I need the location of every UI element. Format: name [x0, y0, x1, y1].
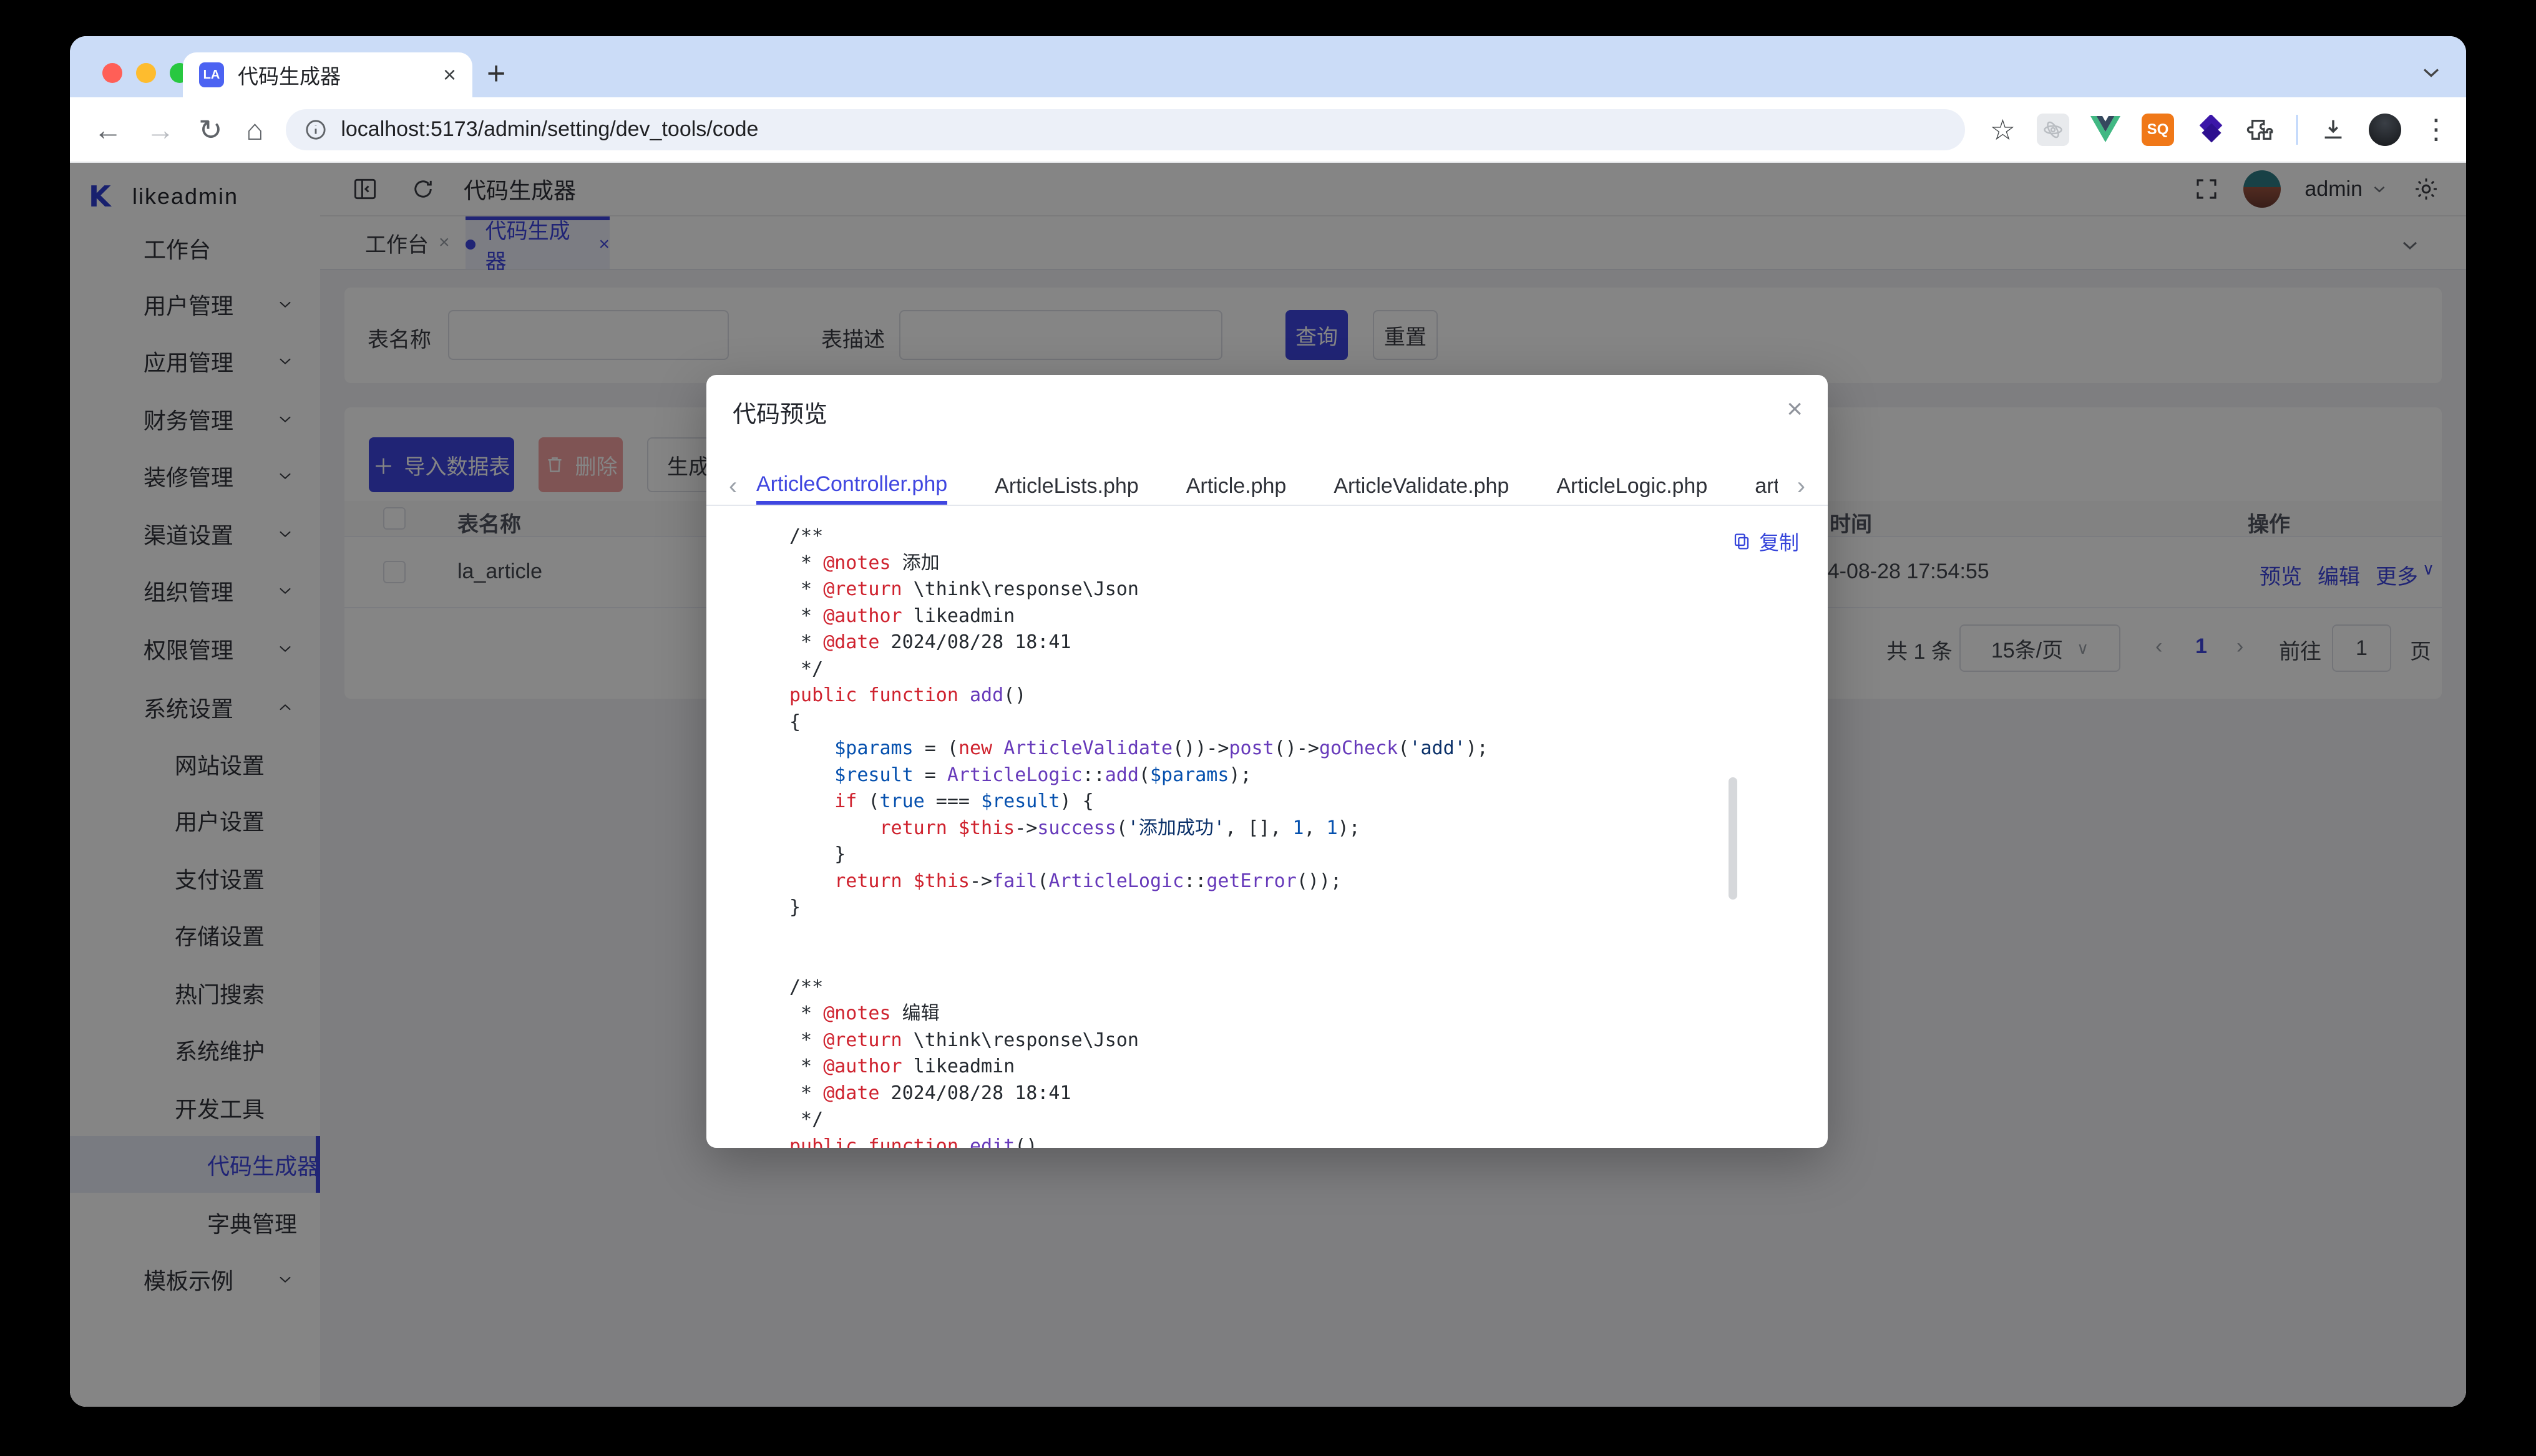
code-line: } [789, 842, 1753, 868]
address-bar[interactable]: localhost:5173/admin/setting/dev_tools/c… [286, 109, 1964, 150]
forward-icon[interactable]: → [146, 115, 175, 144]
admin-app: K likeadmin 工作台用户管理应用管理财务管理装修管理渠道设置组织管理权… [70, 163, 2466, 1407]
vue-devtools-extension-icon[interactable] [2090, 116, 2120, 143]
code-line: return $this->fail(ArticleLogic::getErro… [789, 868, 1753, 895]
modal-tab-ArticleController.php[interactable]: ArticleController.php [756, 467, 947, 505]
url-text: localhost:5173/admin/setting/dev_tools/c… [341, 117, 758, 142]
code-line: } [789, 895, 1753, 921]
code-line: public function add() [789, 682, 1753, 709]
favicon: LA [199, 62, 224, 87]
modal-tabbar: ‹ ArticleController.php ArticleLists.php A… [706, 467, 1828, 506]
modal-close-icon[interactable]: × [1787, 394, 1803, 425]
tab-close-icon[interactable]: × [443, 62, 456, 88]
traffic-lights[interactable] [102, 63, 190, 83]
back-icon[interactable]: ← [94, 115, 122, 144]
browser-window: LA 代码生成器 × + ← → ↻ ⌂ localhost:5173/admi… [70, 36, 2466, 1407]
code-line: * @notes 添加 [789, 550, 1753, 577]
code-line: /** [789, 523, 1753, 550]
home-icon[interactable]: ⌂ [246, 115, 264, 144]
copy-icon [1732, 531, 1752, 551]
code-line: * @date 2024/08/28 18:41 [789, 629, 1753, 656]
modal-tab-ArticleLogic.php[interactable]: ArticleLogic.php [1556, 467, 1707, 505]
modal-tab-ArticleLists.php[interactable]: ArticleLists.php [995, 467, 1139, 505]
new-tab-button[interactable]: + [487, 55, 505, 92]
reload-icon[interactable]: ↻ [198, 115, 223, 144]
browser-tabstrip: LA 代码生成器 × + [70, 36, 2466, 97]
code-scrollbar-thumb[interactable] [1729, 777, 1737, 900]
browser-tab-title: 代码生成器 [238, 60, 437, 90]
code-line: * @return \think\response\Json [789, 1027, 1753, 1054]
close-window-button[interactable] [102, 63, 122, 83]
tabs-scroll-left-icon[interactable]: ‹ [729, 472, 737, 500]
code-line: */ [789, 1107, 1753, 1133]
sq-extension-icon[interactable]: SQ [2142, 114, 2174, 146]
react-devtools-extension-icon[interactable] [2037, 114, 2069, 146]
browser-toolbar: ← → ↻ ⌂ localhost:5173/admin/setting/dev… [70, 97, 2466, 163]
code-viewer[interactable]: /** * @notes 添加 * @return \think\respons… [789, 523, 1753, 1148]
toolbar-separator [2296, 115, 2298, 145]
modal-tab-Article.php[interactable]: Article.php [1186, 467, 1287, 505]
modal-tab-ArticleValidate.php[interactable]: ArticleValidate.php [1334, 467, 1509, 505]
code-line: */ [789, 656, 1753, 683]
browser-profile-avatar[interactable] [2369, 114, 2401, 146]
extensions-puzzle-icon[interactable] [2246, 115, 2275, 144]
code-line: * @return \think\response\Json [789, 576, 1753, 603]
code-line: * @notes 编辑 [789, 1001, 1753, 1027]
code-line [789, 948, 1753, 974]
code-line [789, 921, 1753, 948]
tabs-scroll-right-icon[interactable]: › [1797, 472, 1805, 500]
copy-label: 复制 [1759, 527, 1799, 556]
downloads-icon[interactable] [2319, 115, 2348, 144]
code-line: * @author likeadmin [789, 603, 1753, 630]
copy-button[interactable]: 复制 [1732, 527, 1799, 556]
minimize-window-button[interactable] [136, 63, 156, 83]
code-line: * @author likeadmin [789, 1054, 1753, 1080]
diamond-extension-icon[interactable] [2195, 115, 2225, 145]
code-line: * @date 2024/08/28 18:41 [789, 1080, 1753, 1107]
tab-search-chevron-icon[interactable] [2417, 59, 2445, 86]
site-info-icon[interactable] [303, 117, 328, 142]
modal-tab-article.ts[interactable]: article.ts [1755, 467, 1778, 505]
code-line: public function edit() [789, 1133, 1753, 1148]
code-preview-modal: 代码预览 × ‹ ArticleController.php ArticleLis… [706, 375, 1828, 1148]
code-line: { [789, 709, 1753, 736]
code-line: $result = ArticleLogic::add($params); [789, 762, 1753, 789]
code-line: return $this->success('添加成功', [], 1, 1); [789, 815, 1753, 842]
code-line: /** [789, 974, 1753, 1001]
code-line: if (true === $result) { [789, 789, 1753, 815]
code-line: $params = (new ArticleValidate())->post(… [789, 735, 1753, 762]
modal-title: 代码预览 [733, 395, 827, 429]
bookmark-star-icon[interactable]: ☆ [1990, 113, 2016, 147]
browser-menu-kebab-icon[interactable]: ⋮ [2422, 114, 2450, 145]
browser-tab[interactable]: LA 代码生成器 × [183, 52, 472, 97]
